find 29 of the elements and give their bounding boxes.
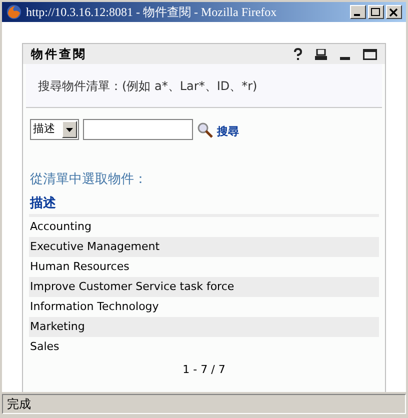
list-item[interactable]: Sales: [29, 337, 379, 357]
search-hint: 搜尋物件清單：(例如 a*、Lar*、ID、*r): [38, 78, 258, 94]
dropdown-arrow-icon: [66, 128, 73, 132]
maximize-icon[interactable]: [363, 48, 377, 60]
minimize-button[interactable]: [350, 5, 366, 19]
help-icon[interactable]: [293, 48, 303, 60]
window-title: http://10.3.16.12:8081 - 物件查閱 - Mozilla Firefox: [26, 4, 277, 21]
browser-logo-icon: [6, 4, 22, 20]
pagination-text: 1 - 7 / 7: [182, 362, 226, 378]
list-item[interactable]: Executive Management: [29, 237, 379, 257]
column-header[interactable]: 描述: [23, 194, 385, 213]
list-item[interactable]: Human Resources: [29, 257, 379, 277]
list-item[interactable]: Accounting: [29, 217, 379, 237]
list-item[interactable]: Improve Customer Service task force: [29, 277, 379, 297]
search-field[interactable]: [83, 119, 193, 140]
search-link[interactable]: 搜尋: [217, 124, 239, 140]
print-icon[interactable]: [315, 48, 327, 60]
search-icon[interactable]: [197, 122, 213, 138]
field-select[interactable]: 描述: [30, 119, 79, 140]
close-button[interactable]: [386, 5, 402, 19]
panel-title: 物件查閱: [31, 46, 87, 63]
status-text: 完成: [7, 396, 31, 413]
maximize-button[interactable]: [368, 5, 384, 19]
close-icon: [389, 8, 399, 16]
maximize-icon: [371, 8, 381, 16]
list-item[interactable]: Information Technology: [29, 297, 379, 317]
list-item[interactable]: Marketing: [29, 317, 379, 337]
list-heading: 從清單中選取物件：: [29, 171, 148, 189]
minimize-icon: [354, 14, 360, 16]
